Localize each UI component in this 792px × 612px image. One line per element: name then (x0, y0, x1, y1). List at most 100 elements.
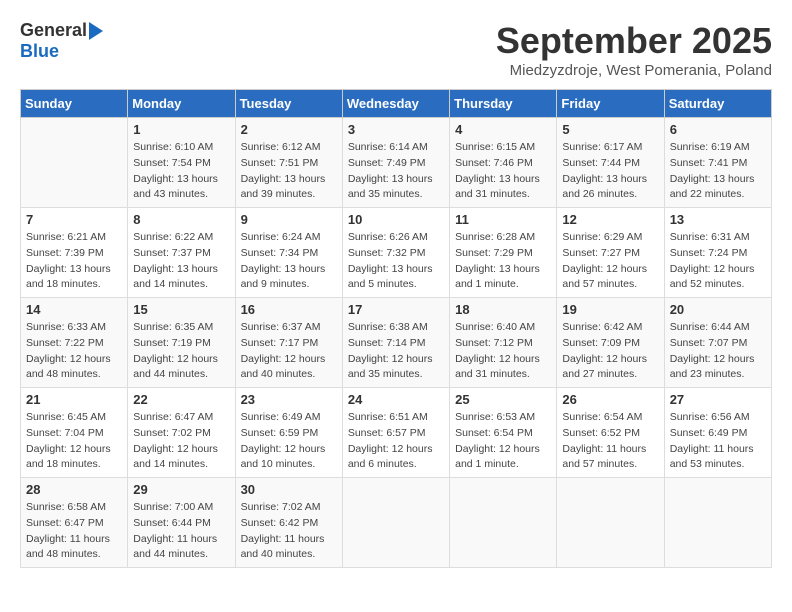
page-header: General Blue September 2025 Miedzyzdroje… (20, 20, 772, 79)
day-number: 12 (562, 212, 658, 227)
weekday-thursday: Thursday (450, 90, 557, 118)
calendar-cell: 17Sunrise: 6:38 AM Sunset: 7:14 PM Dayli… (342, 298, 449, 388)
day-number: 16 (241, 302, 337, 317)
day-number: 6 (670, 122, 766, 137)
logo-blue-text: Blue (20, 41, 59, 62)
day-number: 24 (348, 392, 444, 407)
calendar-cell: 18Sunrise: 6:40 AM Sunset: 7:12 PM Dayli… (450, 298, 557, 388)
calendar-cell: 22Sunrise: 6:47 AM Sunset: 7:02 PM Dayli… (128, 388, 235, 478)
calendar-week-4: 21Sunrise: 6:45 AM Sunset: 7:04 PM Dayli… (21, 388, 772, 478)
calendar-cell: 4 Sunrise: 6:15 AM Sunset: 7:46 PM Daylig… (450, 118, 557, 208)
calendar-cell: 13 Sunrise: 6:31 AM Sunset: 7:24 PM Dayli… (664, 208, 771, 298)
calendar-cell: 19 Sunrise: 6:42 AM Sunset: 7:09 PM Dayli… (557, 298, 664, 388)
day-number: 17 (348, 302, 444, 317)
calendar-cell: 6 Sunrise: 6:19 AM Sunset: 7:41 PM Daylig… (664, 118, 771, 208)
day-info: Sunrise: 6:19 AM Sunset: 7:41 PM Dayligh… (670, 140, 766, 203)
day-info: Sunrise: 6:14 AM Sunset: 7:49 PM Dayligh… (348, 140, 444, 203)
day-number: 5 (562, 122, 658, 137)
day-number: 3 (348, 122, 444, 137)
weekday-saturday: Saturday (664, 90, 771, 118)
calendar-week-1: 1 Sunrise: 6:10 AM Sunset: 7:54 PM Daylig… (21, 118, 772, 208)
day-info: Sunrise: 6:33 AM Sunset: 7:22 PM Dayligh… (26, 320, 122, 383)
calendar-cell: 29 Sunrise: 7:00 AM Sunset: 6:44 PM Dayli… (128, 478, 235, 568)
calendar-cell: 26Sunrise: 6:54 AM Sunset: 6:52 PM Dayli… (557, 388, 664, 478)
day-info: Sunrise: 6:42 AM Sunset: 7:09 PM Dayligh… (562, 320, 658, 383)
day-info: Sunrise: 6:58 AM Sunset: 6:47 PM Dayligh… (26, 500, 122, 563)
calendar-cell: 9 Sunrise: 6:24 AM Sunset: 7:34 PM Daylig… (235, 208, 342, 298)
day-number: 2 (241, 122, 337, 137)
calendar-cell: 7Sunrise: 6:21 AM Sunset: 7:39 PM Daylig… (21, 208, 128, 298)
day-number: 20 (670, 302, 766, 317)
calendar-cell: 12Sunrise: 6:29 AM Sunset: 7:27 PM Dayli… (557, 208, 664, 298)
calendar-week-2: 7Sunrise: 6:21 AM Sunset: 7:39 PM Daylig… (21, 208, 772, 298)
calendar-cell (557, 478, 664, 568)
day-info: Sunrise: 6:35 AM Sunset: 7:19 PM Dayligh… (133, 320, 229, 383)
logo-arrow-icon (89, 22, 103, 40)
day-number: 28 (26, 482, 122, 497)
weekday-wednesday: Wednesday (342, 90, 449, 118)
day-number: 1 (133, 122, 229, 137)
calendar-cell: 20 Sunrise: 6:44 AM Sunset: 7:07 PM Dayli… (664, 298, 771, 388)
weekday-tuesday: Tuesday (235, 90, 342, 118)
day-number: 29 (133, 482, 229, 497)
calendar-cell: 3 Sunrise: 6:14 AM Sunset: 7:49 PM Daylig… (342, 118, 449, 208)
day-number: 7 (26, 212, 122, 227)
day-number: 13 (670, 212, 766, 227)
calendar-cell: 24Sunrise: 6:51 AM Sunset: 6:57 PM Dayli… (342, 388, 449, 478)
calendar-cell (342, 478, 449, 568)
day-info: Sunrise: 6:54 AM Sunset: 6:52 PM Dayligh… (562, 410, 658, 473)
day-number: 27 (670, 392, 766, 407)
weekday-header-row: SundayMondayTuesdayWednesdayThursdayFrid… (21, 90, 772, 118)
title-area: September 2025 Miedzyzdroje, West Pomera… (496, 20, 772, 79)
day-info: Sunrise: 6:49 AM Sunset: 6:59 PM Dayligh… (241, 410, 337, 473)
day-info: Sunrise: 7:00 AM Sunset: 6:44 PM Dayligh… (133, 500, 229, 563)
calendar-cell: 30 Sunrise: 7:02 AM Sunset: 6:42 PM Dayli… (235, 478, 342, 568)
day-info: Sunrise: 6:47 AM Sunset: 7:02 PM Dayligh… (133, 410, 229, 473)
day-info: Sunrise: 6:10 AM Sunset: 7:54 PM Dayligh… (133, 140, 229, 203)
day-info: Sunrise: 6:56 AM Sunset: 6:49 PM Dayligh… (670, 410, 766, 473)
month-title: September 2025 (496, 20, 772, 62)
day-number: 30 (241, 482, 337, 497)
weekday-monday: Monday (128, 90, 235, 118)
calendar-cell: 23 Sunrise: 6:49 AM Sunset: 6:59 PM Dayli… (235, 388, 342, 478)
calendar-cell: 10Sunrise: 6:26 AM Sunset: 7:32 PM Dayli… (342, 208, 449, 298)
calendar-cell: 8Sunrise: 6:22 AM Sunset: 7:37 PM Daylig… (128, 208, 235, 298)
day-info: Sunrise: 6:28 AM Sunset: 7:29 PM Dayligh… (455, 230, 551, 293)
calendar-cell: 2 Sunrise: 6:12 AM Sunset: 7:51 PM Daylig… (235, 118, 342, 208)
calendar-cell: 11Sunrise: 6:28 AM Sunset: 7:29 PM Dayli… (450, 208, 557, 298)
calendar-body: 1 Sunrise: 6:10 AM Sunset: 7:54 PM Daylig… (21, 118, 772, 568)
calendar-cell: 14 Sunrise: 6:33 AM Sunset: 7:22 PM Dayli… (21, 298, 128, 388)
day-info: Sunrise: 6:12 AM Sunset: 7:51 PM Dayligh… (241, 140, 337, 203)
calendar-cell: 28 Sunrise: 6:58 AM Sunset: 6:47 PM Dayli… (21, 478, 128, 568)
day-info: Sunrise: 6:45 AM Sunset: 7:04 PM Dayligh… (26, 410, 122, 473)
day-info: Sunrise: 7:02 AM Sunset: 6:42 PM Dayligh… (241, 500, 337, 563)
day-number: 4 (455, 122, 551, 137)
calendar-cell: 25Sunrise: 6:53 AM Sunset: 6:54 PM Dayli… (450, 388, 557, 478)
day-info: Sunrise: 6:44 AM Sunset: 7:07 PM Dayligh… (670, 320, 766, 383)
day-info: Sunrise: 6:37 AM Sunset: 7:17 PM Dayligh… (241, 320, 337, 383)
day-info: Sunrise: 6:26 AM Sunset: 7:32 PM Dayligh… (348, 230, 444, 293)
day-number: 23 (241, 392, 337, 407)
weekday-sunday: Sunday (21, 90, 128, 118)
day-number: 14 (26, 302, 122, 317)
logo: General Blue (20, 20, 103, 62)
calendar-cell (21, 118, 128, 208)
day-info: Sunrise: 6:15 AM Sunset: 7:46 PM Dayligh… (455, 140, 551, 203)
location-text: Miedzyzdroje, West Pomerania, Poland (496, 62, 772, 79)
calendar-header: SundayMondayTuesdayWednesdayThursdayFrid… (21, 90, 772, 118)
calendar-cell: 15 Sunrise: 6:35 AM Sunset: 7:19 PM Dayli… (128, 298, 235, 388)
calendar-week-5: 28 Sunrise: 6:58 AM Sunset: 6:47 PM Dayli… (21, 478, 772, 568)
day-info: Sunrise: 6:53 AM Sunset: 6:54 PM Dayligh… (455, 410, 551, 473)
calendar-cell: 5Sunrise: 6:17 AM Sunset: 7:44 PM Daylig… (557, 118, 664, 208)
day-number: 15 (133, 302, 229, 317)
calendar-cell: 16 Sunrise: 6:37 AM Sunset: 7:17 PM Dayli… (235, 298, 342, 388)
calendar-cell (450, 478, 557, 568)
day-info: Sunrise: 6:40 AM Sunset: 7:12 PM Dayligh… (455, 320, 551, 383)
day-info: Sunrise: 6:24 AM Sunset: 7:34 PM Dayligh… (241, 230, 337, 293)
calendar-table: SundayMondayTuesdayWednesdayThursdayFrid… (20, 89, 772, 568)
weekday-friday: Friday (557, 90, 664, 118)
day-number: 9 (241, 212, 337, 227)
day-number: 19 (562, 302, 658, 317)
day-number: 8 (133, 212, 229, 227)
day-info: Sunrise: 6:31 AM Sunset: 7:24 PM Dayligh… (670, 230, 766, 293)
